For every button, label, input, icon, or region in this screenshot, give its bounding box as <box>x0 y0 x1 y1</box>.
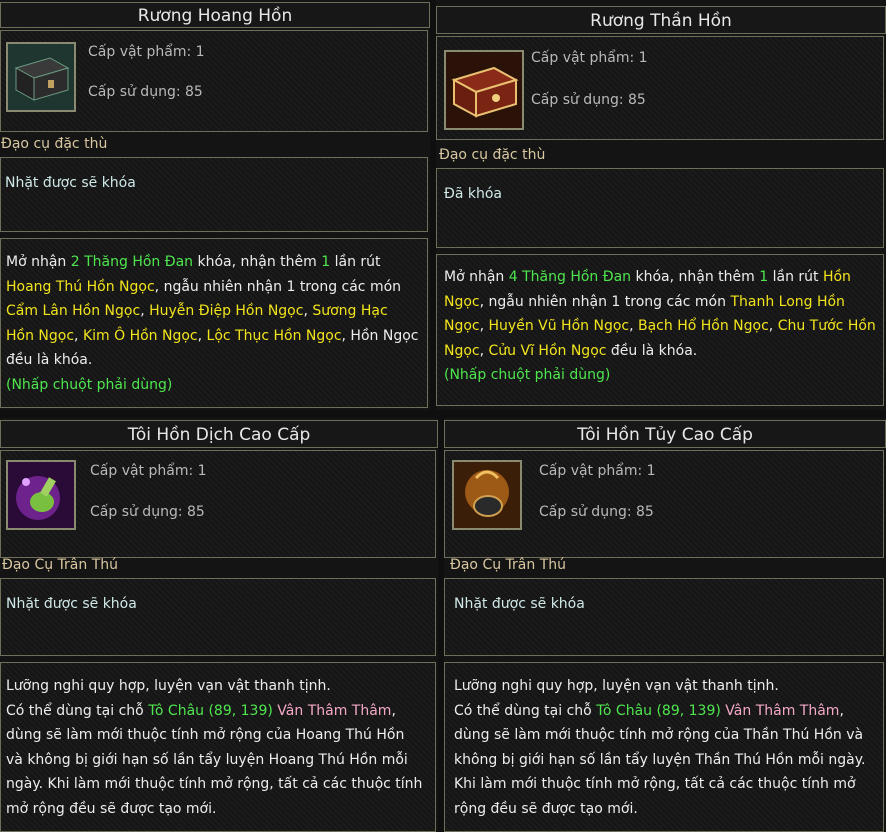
item-title: Rương Thần Hồn <box>436 6 886 34</box>
description-segment: Cẩm Lân Hồn Ngọc <box>6 303 141 319</box>
description-segment: lần rút <box>768 269 823 285</box>
lock-status-box <box>0 157 428 232</box>
item-level-label: Cấp vật phẩm: 1 <box>90 463 207 479</box>
item-description: Mở nhận 2 Thăng Hồn Đan khóa, nhận thêm … <box>6 250 420 397</box>
lock-status: Nhặt được sẽ khóa <box>5 175 136 191</box>
item-tooltip-toi-hon-tuy: Tôi Hồn Tủy Cao Cấp Cấp vật phẩm: 1 Cấp … <box>444 418 886 832</box>
item-type-label: Đạo cụ đặc thù <box>1 136 108 152</box>
description-segment: Cửu Vĩ Hồn Ngọc <box>488 342 607 359</box>
golden-cauldron-icon <box>452 460 522 530</box>
right-click-hint: (Nhấp chuột phải dùng) <box>6 376 173 393</box>
description-segment: , <box>140 303 150 319</box>
description-segment: khóa, nhận thêm <box>631 269 760 285</box>
description-segment: , <box>479 342 489 359</box>
item-description: Lưỡng nghi quy hợp, luyện vạn vật thanh … <box>454 674 874 821</box>
item-tooltip-hoang-hon: Rương Hoang Hồn Cấp vật phẩm: 1 Cấp sử d… <box>0 0 430 410</box>
item-level-label: Cấp vật phẩm: 1 <box>539 463 656 479</box>
description-segment: Mở nhận <box>6 254 71 270</box>
description-segment: , <box>629 318 638 334</box>
lock-status: Nhặt được sẽ khóa <box>454 596 585 612</box>
description-segment: Vân Thâm Thâm <box>725 702 840 719</box>
description-segment: Huyền Vũ Hồn Ngọc <box>488 318 630 334</box>
lock-status-box <box>0 578 436 656</box>
red-gold-chest-icon <box>444 50 524 130</box>
description-segment: Tô Châu (89, 139) <box>596 702 721 719</box>
description-segment: đều là khóa. <box>606 342 698 359</box>
description-segment: lần rút <box>330 254 381 270</box>
purple-potion-icon <box>6 460 76 530</box>
description-segment: Mở nhận <box>444 269 509 285</box>
item-title: Tôi Hồn Dịch Cao Cấp <box>0 420 438 448</box>
description-segment: khóa, nhận thêm <box>193 254 322 270</box>
description-segment: , ngẫu nhiên nhận 1 trong các món <box>154 278 402 295</box>
description-segment: Vân Thâm Thâm <box>277 702 392 719</box>
description-segment: Huyễn Điệp Hồn Ngọc <box>149 303 304 319</box>
description-segment: , ngẫu nhiên nhận 1 trong các món <box>479 293 731 310</box>
item-type-label: Đạo Cụ Trân Thú <box>450 557 566 573</box>
description-segment: 1 <box>321 254 331 270</box>
description-segment: , dùng sẽ làm mới thuộc tính mở rộng của… <box>6 702 423 817</box>
item-tooltip-than-hon: Rương Thần Hồn Cấp vật phẩm: 1 Cấp sử dụ… <box>436 0 886 410</box>
lock-status-box <box>444 578 884 656</box>
use-level-label: Cấp sử dụng: 85 <box>531 92 646 108</box>
lock-status: Đã khóa <box>444 186 503 202</box>
description-segment: Có thể dùng tại chỗ <box>6 702 149 719</box>
description-segment: 2 Thăng Hồn Đan <box>70 254 194 270</box>
right-click-hint: (Nhấp chuột phải dùng) <box>444 367 611 383</box>
item-description: Lưỡng nghi quy hợp, luyện vạn vật thanh … <box>6 674 424 821</box>
item-level-label: Cấp vật phẩm: 1 <box>531 50 648 66</box>
use-level-label: Cấp sử dụng: 85 <box>88 84 203 100</box>
item-level-label: Cấp vật phẩm: 1 <box>88 44 205 60</box>
use-level-label: Cấp sử dụng: 85 <box>539 504 654 520</box>
description-segment: Bạch Hổ Hồn Ngọc <box>638 318 769 334</box>
item-type-label: Đạo cụ đặc thù <box>439 147 546 163</box>
description-segment: Lưỡng nghi quy hợp, luyện vạn vật thanh … <box>454 678 779 694</box>
description-segment: Lưỡng nghi quy hợp, luyện vạn vật thanh … <box>6 678 331 694</box>
item-title: Tôi Hồn Tủy Cao Cấp <box>444 420 886 448</box>
lock-status-box <box>436 168 884 248</box>
description-segment: Lộc Thục Hồn Ngọc <box>206 327 342 344</box>
item-type-label: Đạo Cụ Trân Thú <box>2 557 118 573</box>
description-segment: 1 <box>759 269 769 285</box>
description-segment: 4 Thăng Hồn Đan <box>508 269 632 285</box>
description-segment: Có thể dùng tại chỗ <box>454 702 597 719</box>
description-segment: , <box>479 318 489 334</box>
description-segment: , <box>768 318 778 334</box>
description-segment: Tô Châu (89, 139) <box>148 702 273 719</box>
item-title: Rương Hoang Hồn <box>0 2 430 28</box>
item-description: Mở nhận 4 Thăng Hồn Đan khóa, nhận thêm … <box>444 265 876 388</box>
item-tooltip-toi-hon-dich: Tôi Hồn Dịch Cao Cấp Cấp vật phẩm: 1 Cấp… <box>0 418 438 832</box>
description-segment: , <box>74 327 83 344</box>
black-chest-icon <box>6 42 76 112</box>
description-segment: Hoang Thú Hồn Ngọc <box>6 278 155 295</box>
use-level-label: Cấp sử dụng: 85 <box>90 504 205 520</box>
description-segment: Kim Ô Hồn Ngọc <box>82 327 198 344</box>
description-segment: , <box>197 327 207 344</box>
lock-status: Nhặt được sẽ khóa <box>6 596 137 612</box>
description-segment: , dùng sẽ làm mới thuộc tính mở rộng của… <box>454 702 866 817</box>
